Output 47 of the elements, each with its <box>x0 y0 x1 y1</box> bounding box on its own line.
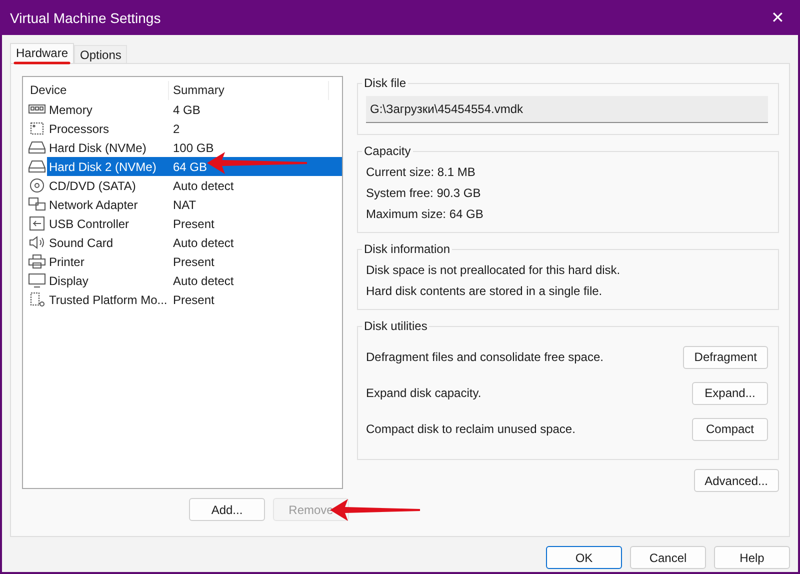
dialog-button[interactable]: OK <box>546 546 622 569</box>
usb-icon <box>28 216 46 231</box>
device-row[interactable]: Printer Present <box>47 252 342 271</box>
info-text: System free: 90.3 GB <box>366 185 482 202</box>
device-row[interactable]: Hard Disk (NVMe) 100 GB <box>47 138 342 157</box>
device-row[interactable]: Network Adapter NAT <box>47 195 342 214</box>
info-text: Current size: 8.1 MB <box>366 164 476 181</box>
device-row[interactable]: USB Controller Present <box>47 214 342 233</box>
info-text: Hard disk contents are stored in a single file. <box>366 283 604 300</box>
utility-button[interactable]: Compact <box>692 418 768 440</box>
chip-icon <box>28 121 46 136</box>
column-header[interactable]: Summary <box>169 81 329 100</box>
group-title: Disk information <box>363 242 452 256</box>
window-title: Virtual Machine Settings <box>10 10 161 26</box>
list-button[interactable]: Add... <box>189 498 265 521</box>
printer-icon <box>28 254 46 269</box>
column-header[interactable]: Device <box>26 81 169 100</box>
tab[interactable]: Options <box>74 45 128 63</box>
path-field[interactable]: G:\Загрузки\45454554.vmdk <box>366 96 768 123</box>
speaker-icon <box>28 235 46 250</box>
underline-mark <box>14 60 70 66</box>
group-title: Disk file <box>363 76 408 90</box>
device-row[interactable]: CD/DVD (SATA) Auto detect <box>47 176 342 195</box>
device-row[interactable]: Memory 4 GB <box>47 100 342 119</box>
device-row[interactable]: Sound Card Auto detect <box>47 233 342 252</box>
utility-button[interactable]: Defragment <box>683 346 768 368</box>
utility-text: Compact disk to reclaim unused space. <box>366 422 576 436</box>
close-button[interactable]: ✕ <box>765 8 790 28</box>
info-text: Disk space is not preallocated for this hard disk. <box>366 262 622 279</box>
device-row[interactable]: Processors 2 <box>47 119 342 138</box>
chip-key-icon <box>28 292 46 307</box>
advanced-button[interactable]: Advanced... <box>694 469 779 492</box>
dialog-button[interactable]: Help <box>714 546 790 569</box>
monitor-icon <box>28 273 46 288</box>
group-title: Disk utilities <box>363 319 428 333</box>
utility-button[interactable]: Expand... <box>692 382 768 404</box>
network-icon <box>28 197 46 212</box>
disc-icon <box>28 178 46 193</box>
tab[interactable]: Hardware <box>10 43 74 63</box>
group-title: Capacity <box>363 144 412 158</box>
device-row[interactable]: Hard Disk 2 (NVMe) 64 GB <box>47 157 342 176</box>
device-row[interactable]: Trusted Platform Mo... Present <box>47 290 342 309</box>
utility-text: Defragment files and consolidate free space. <box>366 350 604 364</box>
info-text: Maximum size: 64 GB <box>366 206 484 223</box>
device-row[interactable]: Display Auto detect <box>47 271 342 290</box>
dialog-button[interactable]: Cancel <box>630 546 706 569</box>
utility-text: Expand disk capacity. <box>366 386 482 400</box>
